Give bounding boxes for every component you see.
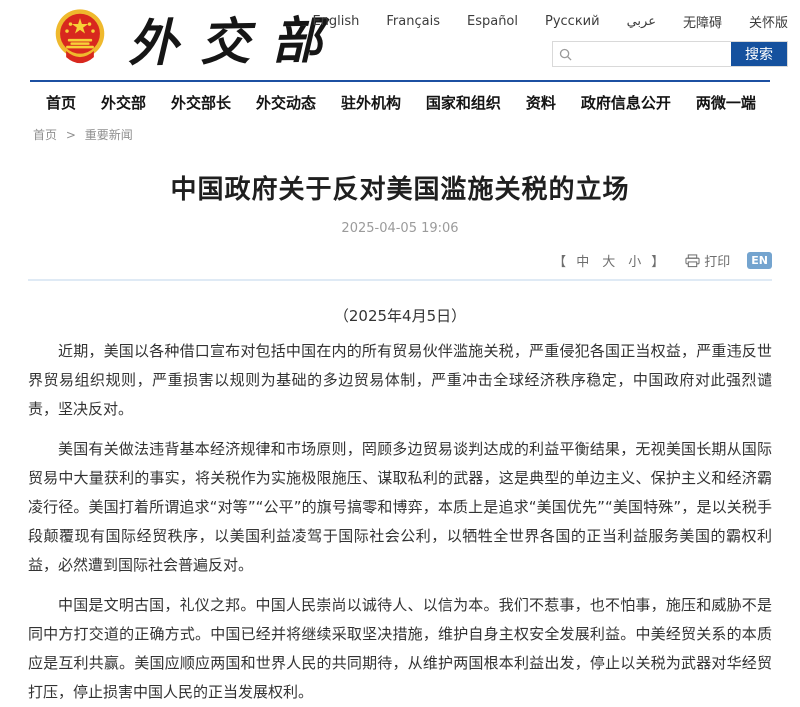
breadcrumb-separator: > — [66, 128, 76, 142]
article-body: （2025年4月5日） 近期，美国以各种借口宣布对包括中国在内的所有贸易伙伴滥施… — [28, 305, 772, 707]
fontsize-bracket-close: 】 — [651, 251, 664, 270]
nav-item-gov-info-disclosure[interactable]: 政府信息公开 — [581, 92, 671, 113]
lang-arabic[interactable]: عربي — [627, 14, 656, 29]
nav-item-diplomatic-activities[interactable]: 外交动态 — [256, 92, 316, 113]
search-button[interactable]: 搜索 — [731, 42, 787, 66]
nav-item-countries-organizations[interactable]: 国家和组织 — [426, 92, 501, 113]
article-datetime: 2025-04-05 19:06 — [28, 221, 772, 236]
fontsize-medium-button[interactable]: 中 — [576, 251, 589, 270]
main-nav: 首页 外交部 外交部长 外交动态 驻外机构 国家和组织 资料 政府信息公开 两微… — [30, 80, 770, 123]
china-national-emblem-logo[interactable] — [54, 7, 106, 69]
search-bar: 搜索 — [552, 41, 788, 67]
accessibility-link[interactable]: 无障碍 — [683, 12, 722, 31]
lang-russian[interactable]: Русский — [545, 14, 600, 29]
nav-item-social-media[interactable]: 两微一端 — [696, 92, 756, 113]
article-paragraph: 近期，美国以各种借口宣布对包括中国在内的所有贸易伙伴滥施关税，严重侵犯各国正当权… — [28, 337, 772, 424]
english-version-badge[interactable]: EN — [747, 252, 772, 269]
search-icon — [553, 42, 577, 66]
article-dateline: （2025年4月5日） — [28, 305, 772, 326]
print-label: 打印 — [704, 251, 730, 270]
breadcrumb: 首页 > 重要新闻 — [33, 126, 800, 143]
lang-spanish[interactable]: Español — [467, 14, 518, 29]
print-button[interactable]: 打印 — [685, 251, 730, 270]
article-toolbar: 【 中 大 小 】 打印 EN — [28, 251, 772, 281]
article-paragraph: 中国是文明古国，礼仪之邦。中国人民崇尚以诚待人、以信为本。我们不惹事，也不怕事，… — [28, 591, 772, 707]
fontsize-small-button[interactable]: 小 — [628, 251, 641, 270]
care-version-link[interactable]: 关怀版 — [749, 12, 788, 31]
article-title: 中国政府关于反对美国滥施关税的立场 — [28, 169, 772, 206]
nav-item-ministry[interactable]: 外交部 — [101, 92, 146, 113]
printer-icon — [685, 254, 700, 268]
nav-item-missions-abroad[interactable]: 驻外机构 — [341, 92, 401, 113]
article-paragraph: 美国有关做法违背基本经济规律和市场原则，罔顾多边贸易谈判达成的利益平衡结果，无视… — [28, 435, 772, 580]
search-input[interactable] — [577, 42, 731, 66]
lang-english[interactable]: English — [312, 14, 359, 29]
breadcrumb-home[interactable]: 首页 — [33, 128, 57, 142]
fontsize-large-button[interactable]: 大 — [602, 251, 615, 270]
breadcrumb-current[interactable]: 重要新闻 — [85, 128, 133, 142]
nav-item-resources[interactable]: 资料 — [526, 92, 556, 113]
article: 中国政府关于反对美国滥施关税的立场 2025-04-05 19:06 【 中 大… — [28, 169, 772, 707]
site-header: 外交部 English Français Español Русский عرب… — [0, 0, 800, 80]
fontsize-bracket-open: 【 — [553, 251, 566, 270]
language-switcher: English Français Español Русский عربي 无障… — [312, 12, 788, 31]
nav-item-home[interactable]: 首页 — [46, 92, 76, 113]
nav-item-minister[interactable]: 外交部长 — [171, 92, 231, 113]
lang-french[interactable]: Français — [386, 14, 440, 29]
